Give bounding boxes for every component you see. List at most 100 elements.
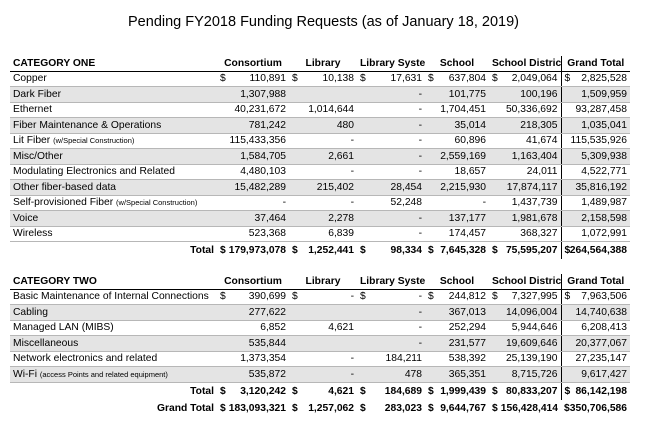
amount-cell: 1,373,354 [217,351,289,367]
amount-cell: $7,963,506 [560,289,630,305]
table-row: Self-provisioned Fiber (w/Special Constr… [10,195,630,211]
table-row: Network electronics and related 1,373,354… [10,351,630,367]
total-cell: $3,120,242 [217,381,289,400]
row-category-name: Basic Maintenance of Internal Connection… [10,289,217,305]
col-header-grand-total: Grand Total [560,56,630,72]
table-row: Wireless 523,368 6,839-174,457 368,327 1,072… [10,226,630,242]
total-cell: $98,334 [357,241,425,259]
col-header-school: School [425,274,489,290]
col-header-library: Library [289,274,357,290]
amount-cell [289,86,357,103]
total-row: Total $3,120,242 $4,621 $184,689 $1,999,439 $… [10,381,630,400]
amount-cell: 20,377,067 [560,335,630,352]
amount-cell: 1,307,988 [217,86,289,103]
row-category-name: Network electronics and related [10,351,217,367]
row-category-name: Dark Fiber [10,86,217,103]
table-row: Voice 37,464 2,278-137,177 1,981,678 2,158,5… [10,210,630,227]
amount-cell: 538,392 [425,351,489,367]
category-two-header-row: CATEGORY TWO Consortium Library Library … [10,274,630,290]
amount-cell: - [217,195,289,211]
amount-cell: $110,891 [217,71,289,87]
amount-cell: 24,011 [489,164,561,180]
amount-cell: 535,844 [217,335,289,352]
amount-cell: 14,740,638 [560,304,630,321]
amount-cell: 1,489,987 [560,195,630,211]
amount-cell: $2,049,064 [489,71,561,87]
amount-cell: 6,852 [217,320,289,336]
col-header-library-system: Library System [357,56,425,72]
row-category-name: Wireless [10,226,217,242]
total-cell: $184,689 [357,381,425,400]
amount-cell: $7,327,995 [489,289,561,305]
amount-cell: 35,014 [425,117,489,134]
amount-cell: - [289,164,357,180]
amount-cell: 17,874,117 [489,179,561,196]
row-category-name: Wi-Fi (access Points and related equipme… [10,366,217,383]
row-category-name: Managed LAN (MIBS) [10,320,217,336]
amount-cell: 40,231,672 [217,102,289,118]
amount-cell: $390,699 [217,289,289,305]
amount-cell: $244,812 [425,289,489,305]
amount-cell: - [357,226,425,242]
col-header-library-system: Library System [357,274,425,290]
amount-cell: 28,454 [357,179,425,196]
amount-cell: $ - [289,289,357,305]
amount-cell: 1,509,959 [560,86,630,103]
row-category-name: Ethernet [10,102,217,118]
amount-cell [289,304,357,321]
col-header-grand-total: Grand Total [560,274,630,290]
category-two-table: CATEGORY TWO Consortium Library Library … [10,274,630,400]
category-two-heading: CATEGORY TWO [10,274,217,290]
total-label: Total [10,241,217,259]
amount-cell: 5,944,646 [489,320,561,336]
amount-cell: 523,368 [217,226,289,242]
col-header-school-district: School District [489,274,561,290]
row-category-name: Modulating Electronics and Related [10,164,217,180]
amount-cell: - [357,86,425,103]
amount-cell: - [289,351,357,367]
amount-cell: 367,013 [425,304,489,321]
grand-total-cell: $350,706,586 [564,403,627,414]
amount-cell: 6,208,413 [560,320,630,336]
amount-cell: 277,622 [217,304,289,321]
table-row: Fiber Maintenance & Operations 781,242 480… [10,117,630,134]
amount-cell: 100,196 [489,86,561,103]
grand-total-cell: $183,093,321 [220,403,286,414]
amount-cell: 1,014,644 [289,102,357,118]
row-category-name: Misc/Other [10,148,217,165]
total-cell: $1,999,439 [425,381,489,400]
amount-cell: 93,287,458 [560,102,630,118]
amount-cell: 50,336,692 [489,102,561,118]
total-cell: $86,142,198 [560,381,630,400]
amount-cell: 1,584,705 [217,148,289,165]
amount-cell: - [425,195,489,211]
amount-cell: 2,661 [289,148,357,165]
amount-cell: 115,433,356 [217,133,289,149]
table-row: Miscellaneous 535,844 -231,577 19,609,646 20… [10,335,630,352]
total-cell: $7,645,328 [425,241,489,259]
amount-cell: 35,816,192 [560,179,630,196]
amount-cell: - [357,133,425,149]
amount-cell: 365,351 [425,366,489,383]
col-header-consortium: Consortium [217,274,289,290]
grand-total-row: Grand Total $183,093,321 $1,257,062 $283… [10,400,630,417]
amount-cell: - [357,148,425,165]
amount-cell: 535,872 [217,366,289,383]
amount-cell: 1,072,991 [560,226,630,242]
table-row: Dark Fiber 1,307,988 -101,775 100,196 1,509,… [10,86,630,103]
amount-cell: - [357,102,425,118]
grand-total-cell: $283,023 [360,403,422,414]
amount-cell: 368,327 [489,226,561,242]
amount-cell: 137,177 [425,210,489,227]
amount-cell: 115,535,926 [560,133,630,149]
col-header-consortium: Consortium [217,56,289,72]
amount-cell: $2,825,528 [560,71,630,87]
amount-cell: 2,278 [289,210,357,227]
amount-cell: 41,674 [489,133,561,149]
amount-cell: - [357,164,425,180]
row-category-name: Lit Fiber (w/Special Construction) [10,133,217,149]
total-cell: $4,621 [289,381,357,400]
amount-cell: 27,235,147 [560,351,630,367]
category-one-heading: CATEGORY ONE [10,56,217,72]
table-row: Cabling 277,622 -367,013 14,096,004 14,740,6… [10,304,630,321]
